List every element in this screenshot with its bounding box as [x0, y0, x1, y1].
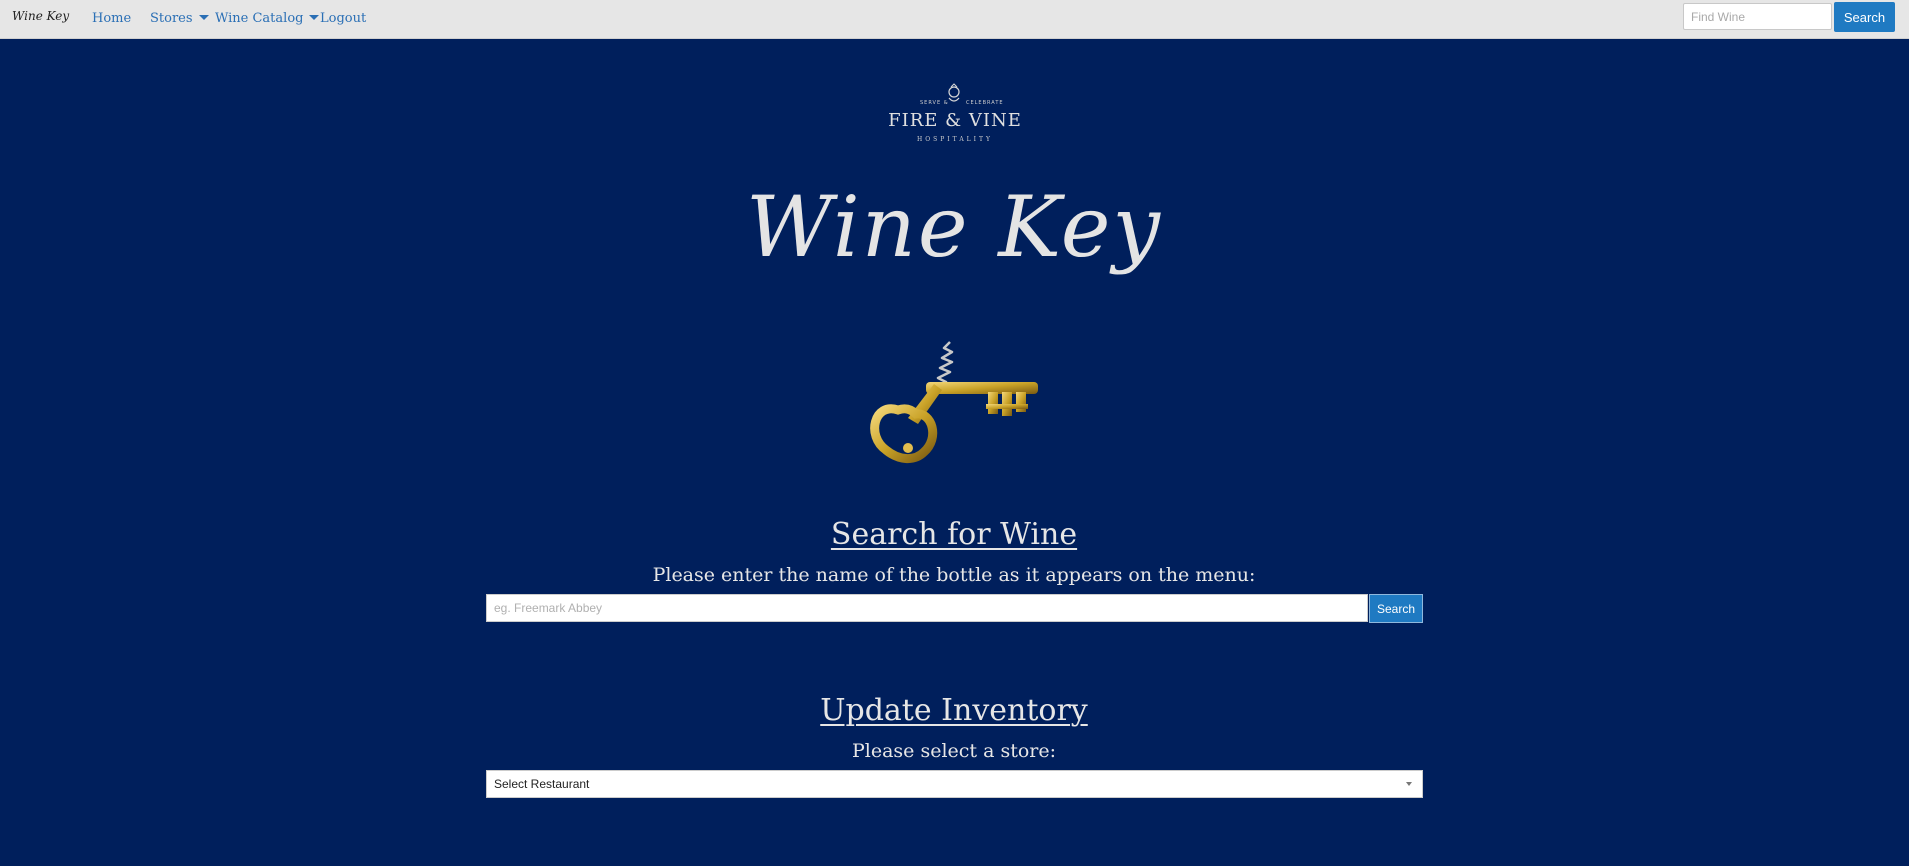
caret-down-icon — [198, 15, 209, 20]
nav-wine-catalog-label: Wine Catalog — [215, 11, 304, 26]
search-section-title: Search for Wine — [830, 517, 1078, 552]
app-title: Wine Key — [746, 178, 1162, 276]
search-section-instruction: Please enter the name of the bottle as i… — [652, 564, 1256, 586]
logo-name: FIRE & VINE — [888, 110, 1022, 131]
store-select-value: Select Restaurant — [494, 777, 590, 791]
inventory-section-instruction: Please select a store: — [851, 740, 1057, 762]
wine-search-input[interactable] — [486, 594, 1368, 622]
nav-stores-label: Stores — [150, 11, 193, 26]
navbar-search-button[interactable]: Search — [1834, 2, 1895, 32]
navbar-brand[interactable]: Wine Key — [12, 9, 69, 23]
nav-logout-label: Logout — [320, 11, 367, 26]
nav-logout-link[interactable]: Logout — [320, 11, 366, 26]
logo-tagline-left: SERVE & — [920, 100, 949, 106]
nav-wine-catalog-dropdown[interactable]: Wine Catalog — [215, 11, 320, 26]
caret-down-icon — [309, 15, 320, 20]
logo-subtitle: HOSPITALITY — [917, 136, 993, 143]
fire-and-vine-logo: SERVE & CELEBRATE FIRE & VINE HOSPITALIT… — [880, 80, 1030, 150]
nav-home-label: Home — [92, 11, 132, 26]
inventory-section-title: Update Inventory — [820, 693, 1088, 728]
store-select[interactable]: Select Restaurant — [486, 770, 1423, 798]
top-navbar: Wine Key Home Stores Wine Catalog Logout… — [0, 0, 1909, 39]
logo-tagline-right: CELEBRATE — [966, 100, 1004, 106]
chevron-down-icon — [1406, 782, 1412, 786]
navbar-search-input[interactable] — [1683, 3, 1832, 30]
nav-stores-dropdown[interactable]: Stores — [150, 11, 209, 26]
corkscrew-key-icon — [870, 341, 1038, 463]
nav-home-link[interactable]: Home — [92, 11, 131, 26]
wine-search-button[interactable]: Search — [1369, 594, 1423, 623]
